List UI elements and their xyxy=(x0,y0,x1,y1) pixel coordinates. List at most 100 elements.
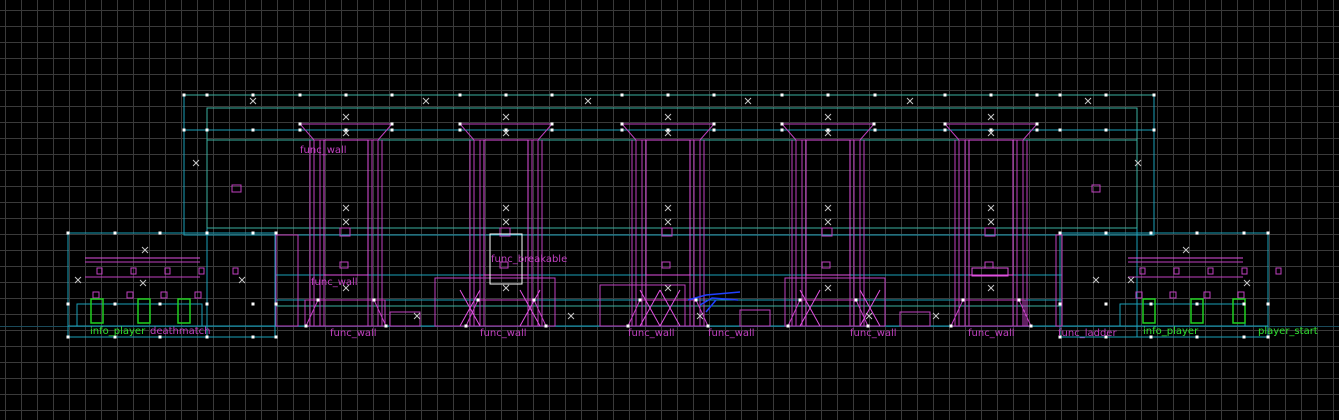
vertex-handle xyxy=(949,324,953,328)
func-wall-door-left xyxy=(275,234,299,327)
vertex-handle xyxy=(113,231,117,235)
vertex-handle xyxy=(694,298,698,302)
right-wing-brush xyxy=(1059,232,1269,338)
wing-prop xyxy=(232,267,239,275)
label-func-wall-bottom-3a: func_wall xyxy=(628,328,675,339)
func-ladder-brush xyxy=(1055,234,1063,327)
vertex-handle xyxy=(620,122,624,126)
vertex-handle xyxy=(666,93,670,97)
vertex-handle xyxy=(298,93,302,97)
label-info-player-start: player_start xyxy=(1258,326,1318,337)
inner-brush-top xyxy=(206,107,1138,229)
vertex-handle xyxy=(476,298,480,302)
wall-light xyxy=(231,184,242,193)
pillar-detail xyxy=(984,261,994,269)
vertex-handle xyxy=(1242,231,1246,235)
vertex-handle xyxy=(798,298,802,302)
vertex-handle xyxy=(1195,231,1199,235)
vertex-handle xyxy=(390,128,394,132)
vertex-handle xyxy=(1104,128,1108,132)
vertex-handle xyxy=(786,324,790,328)
label-info-player-right: info_player xyxy=(1143,326,1199,337)
vertex-handle xyxy=(251,128,255,132)
vertex-handle xyxy=(712,93,716,97)
vertex-handle xyxy=(251,93,255,97)
label-func-wall-bottom-2: func_wall xyxy=(480,328,527,339)
vertex-handle xyxy=(1058,128,1062,132)
vertex-handle xyxy=(872,122,876,126)
vertex-handle xyxy=(873,128,877,132)
vertex-handle xyxy=(384,324,388,328)
vertex-handle xyxy=(158,302,162,306)
floor-prop xyxy=(434,277,556,327)
map-geometry-layer[interactable]: func_wall func_breakable func_wall info_… xyxy=(0,0,1339,420)
entity-outlines[interactable] xyxy=(76,123,1282,327)
pillar-detail xyxy=(339,261,349,269)
wing-prop xyxy=(1275,267,1282,275)
map-editor-2d-viewport[interactable]: func_wall func_breakable func_wall info_… xyxy=(0,0,1339,420)
vertex-handle xyxy=(943,122,947,126)
vertex-handle xyxy=(712,122,716,126)
wing-prop xyxy=(1173,267,1180,275)
vertex-handle xyxy=(1058,231,1062,235)
wing-prop xyxy=(96,267,103,275)
vertex-handle xyxy=(638,298,642,302)
vertex-handle xyxy=(504,93,508,97)
vertex-handle xyxy=(458,93,462,97)
pillar-capital xyxy=(943,123,1039,141)
vertex-handle xyxy=(390,93,394,97)
vertex-handle xyxy=(464,324,468,328)
vertex-handle xyxy=(458,128,462,132)
vertex-handle xyxy=(205,231,209,235)
vertex-handle xyxy=(780,128,784,132)
vertex-handle xyxy=(1058,302,1062,306)
vertex-handle xyxy=(1266,231,1270,235)
wing-prop xyxy=(126,291,134,299)
vertex-handle xyxy=(943,93,947,97)
wing-prop xyxy=(194,291,202,299)
label-func-wall-top: func_wall xyxy=(300,145,347,156)
vertex-handle xyxy=(66,231,70,235)
wing-prop xyxy=(160,291,168,299)
vertex-handle xyxy=(873,93,877,97)
vertex-handle xyxy=(943,128,947,132)
vertex-handle xyxy=(251,302,255,306)
pillar-detail xyxy=(661,261,671,269)
vertex-handle xyxy=(205,93,209,97)
pillar-base xyxy=(305,299,387,327)
wing-prop xyxy=(1139,267,1146,275)
wing-prop xyxy=(1203,291,1211,299)
wall-light xyxy=(1091,184,1101,193)
wing-prop xyxy=(1169,291,1177,299)
vertex-handle xyxy=(205,128,209,132)
left-wing-brush xyxy=(67,232,276,338)
label-func-wall-bottom-left: func_wall xyxy=(330,328,377,339)
vertex-handle xyxy=(1266,302,1270,306)
wing-prop xyxy=(92,291,100,299)
wing-prop xyxy=(164,267,171,275)
vertex-handle xyxy=(854,298,858,302)
vertex-handle xyxy=(298,122,302,126)
vertex-handle xyxy=(1104,93,1108,97)
vertex-handle xyxy=(550,128,554,132)
vertex-handle xyxy=(989,93,993,97)
vertex-handle xyxy=(544,324,548,328)
vertex-handle xyxy=(274,302,278,306)
vertex-handle xyxy=(1035,122,1039,126)
vertex-handle xyxy=(251,335,255,339)
vertex-handle xyxy=(304,324,308,328)
pillar-base xyxy=(950,299,1032,327)
vertex-handle xyxy=(1017,298,1021,302)
vertex-handle xyxy=(316,298,320,302)
vertex-handle xyxy=(1149,302,1153,306)
vertex-handle xyxy=(1035,93,1039,97)
vertex-handle xyxy=(532,298,536,302)
vertex-handle xyxy=(826,128,830,132)
vertex-handle xyxy=(550,122,554,126)
vertex-handle xyxy=(1152,128,1156,132)
vertex-handle xyxy=(620,93,624,97)
vertex-handle xyxy=(205,302,209,306)
vertex-handle xyxy=(1035,128,1039,132)
pillar-capital xyxy=(458,123,554,141)
label-func-breakable: func_breakable xyxy=(491,254,567,265)
